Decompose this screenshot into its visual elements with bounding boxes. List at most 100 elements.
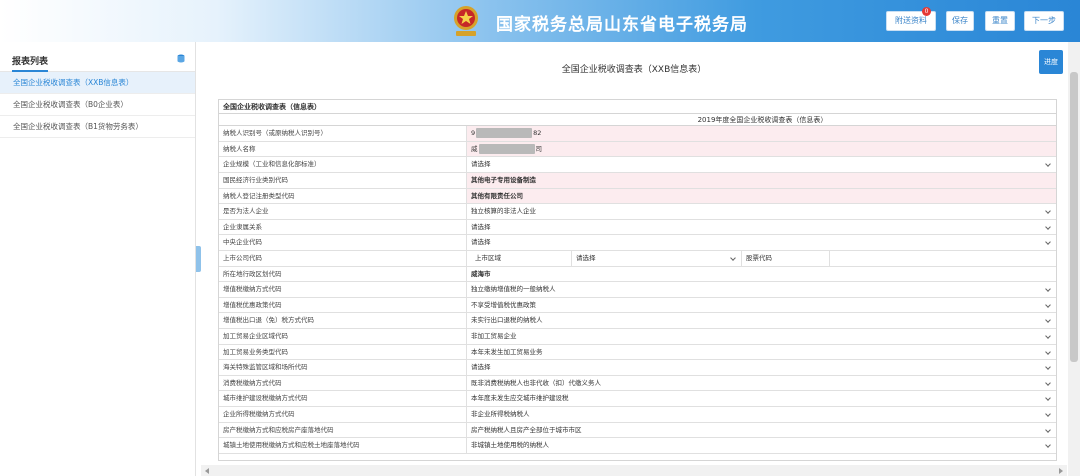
listing-region-select[interactable]: 请选择 bbox=[571, 251, 741, 266]
table-subtitle: 2019年度全国企业税收调查表（信息表） bbox=[219, 114, 1056, 127]
row-label: 企业所得税缴纳方式代码 bbox=[219, 406, 467, 422]
customs-zone-select[interactable]: 请选择 bbox=[467, 360, 1056, 375]
chevron-down-icon bbox=[1045, 333, 1051, 339]
row-label: 消费税缴纳方式代码 bbox=[219, 375, 467, 391]
attach-docs-button[interactable]: 附送资料 0 bbox=[886, 7, 936, 31]
reset-button[interactable]: 重置 bbox=[985, 11, 1015, 31]
consumption-tax-select[interactable]: 既非消费税纳税人也非代收（扣）代缴义务人 bbox=[467, 376, 1056, 391]
row-label: 国民经济行业类别代码 bbox=[219, 173, 467, 188]
vat-export-refund-select[interactable]: 未实行出口退税的纳税人 bbox=[467, 313, 1056, 328]
table-row: 企业隶属关系 请选择 bbox=[219, 219, 1056, 236]
registration-type-value: 其他有限责任公司 bbox=[467, 188, 1056, 204]
chevron-down-icon bbox=[1045, 224, 1051, 230]
chevron-down-icon bbox=[1045, 379, 1051, 386]
chevron-down-icon bbox=[1045, 442, 1051, 449]
table-row: 纳税人登记注册类型代码 其他有限责任公司 bbox=[219, 188, 1056, 205]
enterprise-scale-select[interactable]: 请选择 bbox=[467, 157, 1056, 172]
chevron-down-icon bbox=[730, 255, 736, 261]
vertical-scrollbar[interactable] bbox=[1068, 42, 1080, 476]
table-row: 所在地行政区划代码 威海市 bbox=[219, 266, 1056, 283]
table-row: 上市公司代码 上市区域 请选择 股票代码 bbox=[219, 251, 1056, 267]
taxpayer-id-value: 9 82 bbox=[467, 126, 1056, 141]
vat-preference-select[interactable]: 不享受增值税优惠政策 bbox=[467, 298, 1056, 313]
save-button[interactable]: 保存 bbox=[946, 11, 974, 31]
chevron-down-icon bbox=[1045, 348, 1051, 355]
sidebar-header: 报表列表 bbox=[0, 42, 195, 72]
horizontal-scrollbar[interactable] bbox=[201, 465, 1067, 476]
legal-entity-select[interactable]: 独立核算的非法人企业 bbox=[467, 204, 1056, 219]
vat-payment-select[interactable]: 独立缴纳增值税的一般纳税人 bbox=[467, 282, 1056, 297]
table-row: 企业规模（工业和信息化部标准） 请选择 bbox=[219, 157, 1056, 174]
table-row: 增值税出口退（免）税方式代码 未实行出口退税的纳税人 bbox=[219, 313, 1056, 330]
select-value: 本年度未发生应交城市维护建设税 bbox=[471, 394, 569, 403]
affiliation-select[interactable]: 请选择 bbox=[467, 220, 1056, 235]
progress-button[interactable]: 进度 bbox=[1039, 50, 1063, 74]
select-value: 既非消费税纳税人也非代收（扣）代缴义务人 bbox=[471, 378, 601, 387]
select-value: 非企业所得税纳税人 bbox=[471, 409, 530, 418]
row-label: 增值税出口退（免）税方式代码 bbox=[219, 313, 467, 329]
listed-company-cell: 上市区域 请选择 股票代码 bbox=[467, 251, 1056, 266]
attach-count-badge: 0 bbox=[922, 7, 931, 16]
chevron-down-icon bbox=[1045, 161, 1051, 168]
select-value: 本年未发生加工贸易业务 bbox=[471, 347, 543, 356]
table-row: 纳税人名称 威司 bbox=[219, 141, 1056, 158]
select-value: 非加工贸易企业 bbox=[471, 332, 517, 341]
report-list-sidebar: 报表列表 全国企业税收调查表（XXB信息表） 全国企业税收调查表（B0企业表） … bbox=[0, 42, 196, 476]
row-label: 所在地行政区划代码 bbox=[219, 266, 467, 282]
scroll-right-icon[interactable] bbox=[1059, 468, 1063, 474]
chevron-down-icon bbox=[1045, 208, 1051, 215]
table-caption: 全国企业税收调查表（信息表） bbox=[219, 100, 1056, 114]
table-row: 增值税缴纳方式代码 独立缴纳增值税的一般纳税人 bbox=[219, 282, 1056, 298]
name-suffix: 司 bbox=[535, 144, 543, 153]
row-label: 上市公司代码 bbox=[219, 251, 467, 266]
table-row: 加工贸易企业区域代码 非加工贸易企业 bbox=[219, 329, 1056, 345]
stock-code-input[interactable] bbox=[829, 251, 1056, 266]
row-label: 增值税优惠政策代码 bbox=[219, 297, 467, 313]
processing-trade-type-select[interactable]: 本年未发生加工贸易业务 bbox=[467, 345, 1056, 360]
table-row: 城市维护建设税缴纳方式代码 本年度未发生应交城市维护建设税 bbox=[219, 391, 1056, 407]
select-value: 独立缴纳增值税的一般纳税人 bbox=[471, 285, 556, 294]
row-label: 纳税人登记注册类型代码 bbox=[219, 188, 467, 204]
land-use-tax-select[interactable]: 非城镇土地使用税的纳税人 bbox=[467, 438, 1056, 453]
top-header: 国家税务总局山东省电子税务局 附送资料 0 保存 重置 下一步 bbox=[0, 0, 1080, 42]
select-value: 非城镇土地使用税的纳税人 bbox=[471, 441, 549, 450]
processing-trade-region-select[interactable]: 非加工贸易企业 bbox=[467, 329, 1056, 344]
table-row: 是否为法人企业 独立核算的非法人企业 bbox=[219, 204, 1056, 220]
main-content: 全国企业税收调查表（XXB信息表） 进度 全国企业税收调查表（信息表） 2019… bbox=[201, 42, 1067, 476]
chevron-down-icon bbox=[1045, 286, 1051, 293]
corporate-income-tax-select[interactable]: 非企业所得税纳税人 bbox=[467, 407, 1056, 422]
id-suffix: 82 bbox=[533, 129, 542, 138]
table-row: 中央企业代码 请选择 bbox=[219, 235, 1056, 252]
table-row: 加工贸易业务类型代码 本年未发生加工贸易业务 bbox=[219, 344, 1056, 361]
next-step-button[interactable]: 下一步 bbox=[1024, 11, 1064, 31]
row-label: 城镇土地使用税缴纳方式和应税土地座落地代码 bbox=[219, 438, 467, 453]
select-value: 房产税纳税人且房产全部位于城市市区 bbox=[471, 425, 582, 434]
taxpayer-name-value: 威司 bbox=[467, 141, 1056, 157]
sidebar-item-b1[interactable]: 全国企业税收调查表（B1货物劳务表） bbox=[0, 116, 195, 138]
row-label: 增值税缴纳方式代码 bbox=[219, 282, 467, 297]
sidebar-item-xxb[interactable]: 全国企业税收调查表（XXB信息表） bbox=[0, 72, 195, 94]
select-value: 请选择 bbox=[471, 363, 491, 372]
table-row: 企业所得税缴纳方式代码 非企业所得税纳税人 bbox=[219, 406, 1056, 423]
attach-docs-label: 附送资料 bbox=[895, 16, 927, 25]
sidebar-item-b0[interactable]: 全国企业税收调查表（B0企业表） bbox=[0, 94, 195, 116]
table-row: 纳税人识别号（或原纳税人识别号） 9 82 bbox=[219, 126, 1056, 142]
chevron-down-icon bbox=[1045, 395, 1051, 402]
industry-code-value: 其他电子专用设备制造 bbox=[467, 173, 1056, 188]
property-tax-select[interactable]: 房产税纳税人且房产全部位于城市市区 bbox=[467, 423, 1056, 438]
database-icon[interactable] bbox=[177, 54, 185, 63]
central-enterprise-select[interactable]: 请选择 bbox=[467, 235, 1056, 250]
row-label: 纳税人识别号（或原纳税人识别号） bbox=[219, 126, 467, 141]
row-label: 加工贸易企业区域代码 bbox=[219, 329, 467, 344]
urban-construction-tax-select[interactable]: 本年度未发生应交城市维护建设税 bbox=[467, 391, 1056, 406]
row-label: 海关特殊监管区域和场所代码 bbox=[219, 360, 467, 375]
tax-emblem-icon bbox=[454, 6, 478, 36]
vertical-scroll-thumb[interactable] bbox=[1070, 72, 1078, 362]
info-table: 全国企业税收调查表（信息表） 2019年度全国企业税收调查表（信息表） 纳税人识… bbox=[218, 99, 1057, 461]
table-row: 增值税优惠政策代码 不享受增值税优惠政策 bbox=[219, 297, 1056, 314]
row-label: 房产税缴纳方式和应税房产座落地代码 bbox=[219, 422, 467, 438]
sidebar-title: 报表列表 bbox=[12, 54, 49, 72]
table-row: 消费税缴纳方式代码 既非消费税纳税人也非代收（扣）代缴义务人 bbox=[219, 375, 1056, 392]
table-row: 房产税缴纳方式和应税房产座落地代码 房产税纳税人且房产全部位于城市市区 bbox=[219, 422, 1056, 439]
scroll-left-icon[interactable] bbox=[205, 468, 209, 474]
